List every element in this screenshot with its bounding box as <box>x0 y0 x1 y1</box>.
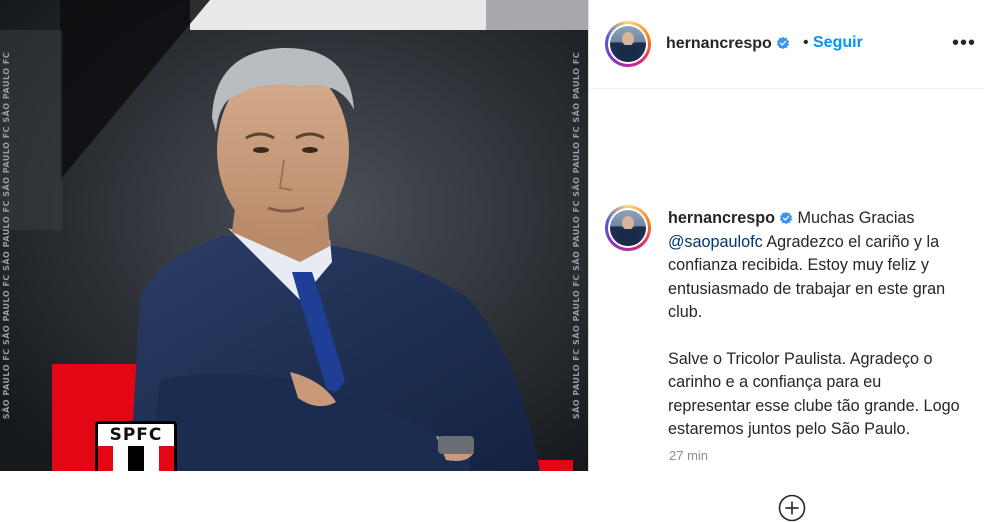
caption-paragraph-1: hernancrespo Muchas Gracias @saopaulofc … <box>668 207 968 325</box>
verified-badge-icon <box>779 211 793 225</box>
vertical-brand-strip-right: SÃO PAULO FC SÃO PAULO FC SÃO PAULO FC S… <box>572 51 582 420</box>
post-header: hernancrespo • Seguir ••• <box>589 0 984 89</box>
caption-paragraph-2: Salve o Tricolor Paulista. Agradeço o ca… <box>668 349 960 439</box>
separator-dot: • <box>803 34 809 51</box>
follow-button[interactable]: Seguir <box>813 34 863 52</box>
caption-avatar[interactable] <box>605 205 651 251</box>
username-text[interactable]: hernancrespo <box>666 35 772 52</box>
post-photo <box>0 0 588 471</box>
mention-link[interactable]: @saopaulofc <box>668 233 763 251</box>
caption-username-text[interactable]: hernancrespo <box>668 209 775 227</box>
post-author-username[interactable]: hernancrespo <box>666 35 790 53</box>
plus-circle-icon[interactable] <box>778 494 806 522</box>
caption-text: hernancrespo Muchas Gracias @saopaulofc … <box>668 207 968 442</box>
post-timestamp[interactable]: 27 min <box>669 448 708 463</box>
verified-badge-icon <box>776 36 789 50</box>
caption-username[interactable]: hernancrespo <box>668 209 793 227</box>
post-side-panel: hernancrespo • Seguir ••• hernancrespo M… <box>588 0 984 522</box>
post-image[interactable]: SÃO PAULO FC SÃO PAULO FC SÃO PAULO FC S… <box>0 0 588 471</box>
avatar[interactable] <box>605 21 651 67</box>
more-options-icon[interactable]: ••• <box>950 28 978 58</box>
spfc-crest-logo: SPFC <box>95 421 177 471</box>
spfc-crest-text: SPFC <box>109 425 163 445</box>
caption-text-prefix: Muchas Gracias <box>793 209 915 227</box>
vertical-brand-strip-left: SÃO PAULO FC SÃO PAULO FC SÃO PAULO FC S… <box>2 51 12 420</box>
